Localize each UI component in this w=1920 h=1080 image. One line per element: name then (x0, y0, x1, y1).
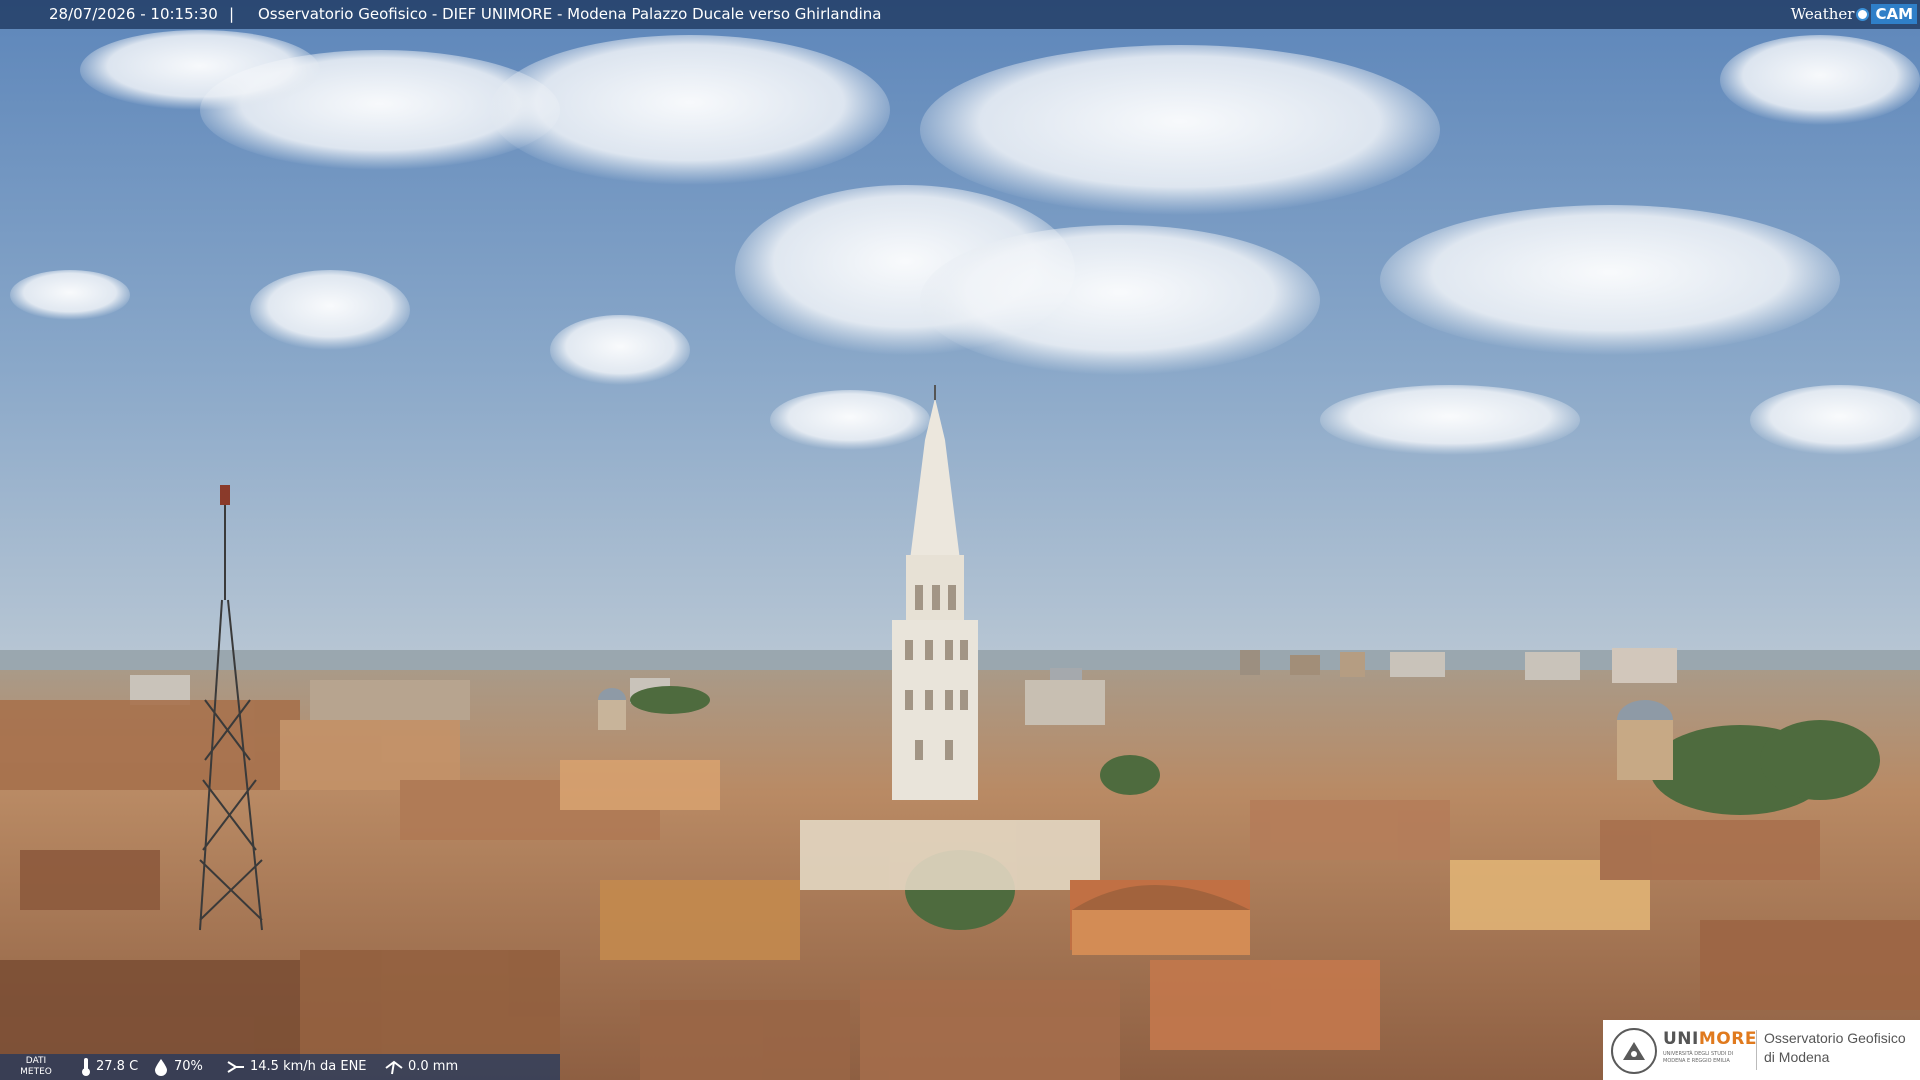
humidity-value: 70% (174, 1059, 203, 1074)
wind-stat: 14.5 km/h da ENE (226, 1054, 367, 1080)
wind-value: 14.5 km/h da ENE (250, 1059, 367, 1074)
timestamp: 28/07/2026 - 10:15:30 (49, 5, 218, 23)
observatory-name-line1: Osservatorio Geofisico (1764, 1030, 1906, 1046)
rain-value: 0.0 mm (408, 1059, 459, 1074)
rain-gauge-icon (385, 1060, 403, 1075)
temperature-value: 27.8 C (96, 1059, 139, 1074)
thermometer-icon (82, 1058, 90, 1076)
weathercam-logo: Weather CAM (1791, 3, 1917, 25)
unimore-wordmark: UNIMORE (1663, 1029, 1757, 1049)
humidity-stat: 70% (152, 1054, 203, 1080)
meteo-label: DATI METEO (18, 1056, 54, 1078)
observatory-name-line2: di Modena (1764, 1049, 1830, 1065)
rain-stat: 0.0 mm (384, 1054, 458, 1080)
webcam-photo (0, 0, 1920, 1080)
top-info-bar: 28/07/2026 - 10:15:30 | Osservatorio Geo… (0, 0, 1920, 29)
unimore-more: MORE (1698, 1029, 1757, 1049)
university-seal-icon (1611, 1028, 1657, 1074)
unimore-observatory-logo: UNIMORE UNIVERSITÀ DEGLI STUDI DI MODENA… (1603, 1020, 1920, 1080)
humidity-drop-icon (155, 1059, 167, 1076)
logo-divider (1756, 1030, 1757, 1070)
meteo-data-bar: DATI METEO 27.8 C 70% 14.5 km/h da ENE 0… (0, 1054, 560, 1080)
wind-icon (227, 1061, 244, 1073)
brand-cam-text: CAM (1871, 4, 1917, 24)
weathercam-globe-icon (1856, 7, 1870, 21)
university-line1: UNIVERSITÀ DEGLI STUDI DI (1663, 1051, 1734, 1057)
header-separator: | (229, 5, 235, 23)
university-name: UNIVERSITÀ DEGLI STUDI DI MODENA E REGGI… (1663, 1051, 1753, 1065)
unimore-uni: UNI (1663, 1029, 1699, 1049)
brand-weather-text: Weather (1790, 4, 1855, 23)
temperature-stat: 27.8 C (80, 1054, 138, 1080)
camera-title: Osservatorio Geofisico - DIEF UNIMORE - … (258, 5, 882, 23)
meteo-label-line2: METEO (20, 1067, 52, 1077)
university-line2: MODENA E REGGIO EMILIA (1663, 1058, 1730, 1064)
meteo-label-line1: DATI (25, 1056, 47, 1066)
